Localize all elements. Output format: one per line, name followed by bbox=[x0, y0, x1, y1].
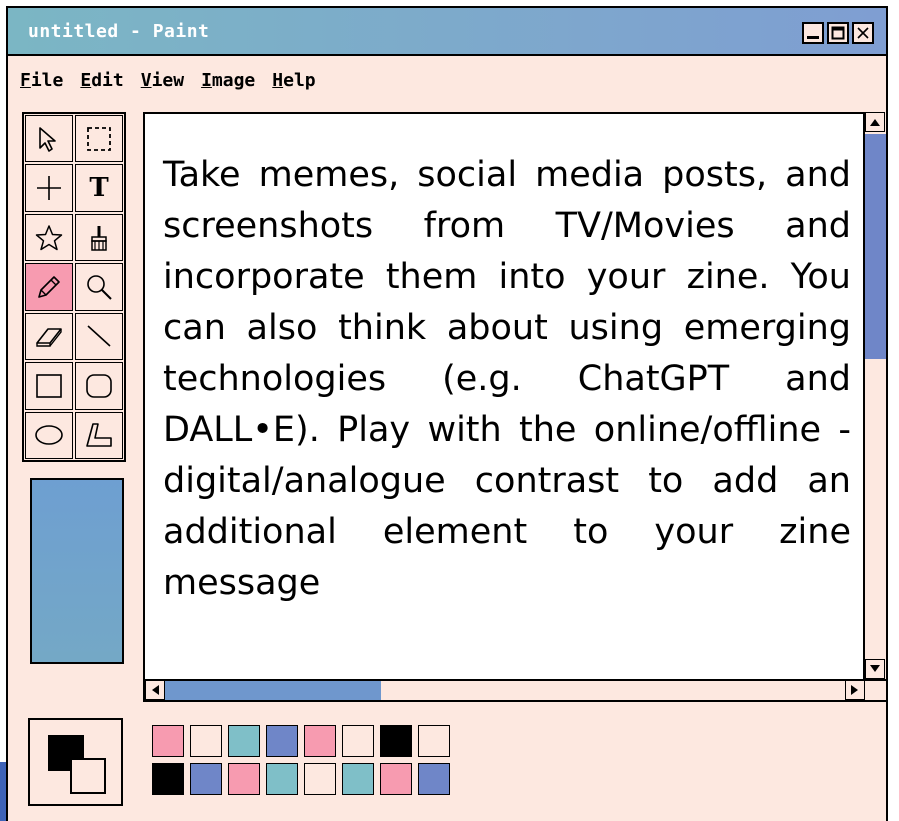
toolbox: T bbox=[22, 112, 126, 462]
rect-select-icon bbox=[87, 126, 111, 151]
tool-star[interactable] bbox=[25, 213, 73, 262]
vertical-scroll-thumb[interactable] bbox=[865, 134, 886, 359]
arrow-down-icon bbox=[870, 665, 880, 672]
tool-brush[interactable] bbox=[75, 213, 123, 262]
palette-swatch[interactable] bbox=[304, 725, 336, 757]
eraser-icon bbox=[36, 328, 62, 348]
close-icon bbox=[857, 27, 869, 39]
menu-view[interactable]: View bbox=[141, 70, 184, 91]
star-icon bbox=[35, 224, 63, 250]
palette-swatch[interactable] bbox=[190, 763, 222, 795]
canvas-text: Take memes, social media posts, and scre… bbox=[163, 155, 851, 603]
palette-swatch[interactable] bbox=[342, 725, 374, 757]
pencil-icon bbox=[38, 276, 60, 298]
color-palette bbox=[152, 725, 450, 795]
menu-bar: File Edit View Image Help bbox=[20, 70, 316, 91]
palette-swatch[interactable] bbox=[380, 763, 412, 795]
current-colors[interactable] bbox=[28, 718, 123, 806]
arrow-up-icon bbox=[870, 119, 880, 126]
horizontal-scroll-thumb[interactable] bbox=[165, 681, 381, 700]
menu-edit[interactable]: Edit bbox=[80, 70, 123, 91]
tool-magnifier[interactable] bbox=[75, 263, 123, 311]
tool-pencil[interactable] bbox=[25, 263, 73, 311]
tool-eraser[interactable] bbox=[25, 312, 73, 361]
tool-ellipse[interactable] bbox=[25, 411, 73, 459]
maximize-button[interactable] bbox=[827, 22, 849, 44]
close-button[interactable] bbox=[852, 22, 874, 44]
arrow-left-icon bbox=[152, 685, 159, 695]
palette-swatch[interactable] bbox=[228, 763, 260, 795]
rectangle-icon bbox=[36, 374, 62, 398]
palette-swatch[interactable] bbox=[152, 725, 184, 757]
scroll-right-button[interactable] bbox=[845, 680, 865, 700]
title-bar[interactable]: untitled - Paint bbox=[8, 8, 886, 56]
crosshair-icon bbox=[37, 176, 61, 201]
tool-select-arrow[interactable] bbox=[25, 115, 73, 163]
vertical-scrollbar[interactable] bbox=[863, 112, 886, 679]
tool-rectangle[interactable] bbox=[25, 362, 73, 410]
palette-swatch[interactable] bbox=[190, 725, 222, 757]
palette-swatch[interactable] bbox=[228, 725, 260, 757]
tool-crosshair[interactable] bbox=[25, 164, 73, 212]
menu-image[interactable]: Image bbox=[201, 70, 255, 91]
magnifier-icon bbox=[87, 275, 112, 300]
scroll-left-button[interactable] bbox=[145, 680, 165, 700]
scroll-up-button[interactable] bbox=[865, 112, 885, 132]
arrow-right-icon bbox=[851, 685, 858, 695]
rounded-rectangle-icon bbox=[86, 374, 112, 398]
maximize-icon bbox=[831, 26, 845, 40]
palette-swatch[interactable] bbox=[266, 725, 298, 757]
scroll-down-button[interactable] bbox=[865, 659, 885, 679]
menu-file[interactable]: File bbox=[20, 70, 63, 91]
tool-text[interactable]: T bbox=[75, 164, 123, 212]
minimize-icon bbox=[807, 36, 819, 39]
background-color[interactable] bbox=[70, 758, 106, 794]
minimize-button[interactable] bbox=[802, 22, 824, 44]
palette-swatch[interactable] bbox=[304, 763, 336, 795]
palette-swatch[interactable] bbox=[418, 763, 450, 795]
window-title: untitled - Paint bbox=[28, 21, 210, 42]
palette-swatch[interactable] bbox=[152, 763, 184, 795]
brush-icon bbox=[91, 225, 107, 251]
ellipse-icon bbox=[35, 425, 63, 446]
horizontal-scrollbar[interactable] bbox=[145, 679, 886, 700]
line-icon bbox=[87, 325, 111, 348]
tool-polygon[interactable] bbox=[75, 411, 123, 459]
text-icon: T bbox=[89, 173, 109, 204]
color-preview-panel bbox=[30, 478, 124, 664]
pointer-arrow-icon bbox=[39, 126, 56, 152]
tool-line[interactable] bbox=[75, 312, 123, 361]
palette-swatch[interactable] bbox=[380, 725, 412, 757]
tool-rounded-rectangle[interactable] bbox=[75, 362, 123, 410]
palette-swatch[interactable] bbox=[342, 763, 374, 795]
palette-swatch[interactable] bbox=[266, 763, 298, 795]
polygon-icon bbox=[86, 423, 112, 448]
palette-swatch[interactable] bbox=[418, 725, 450, 757]
tool-rect-select[interactable] bbox=[75, 115, 123, 163]
menu-help[interactable]: Help bbox=[272, 70, 315, 91]
